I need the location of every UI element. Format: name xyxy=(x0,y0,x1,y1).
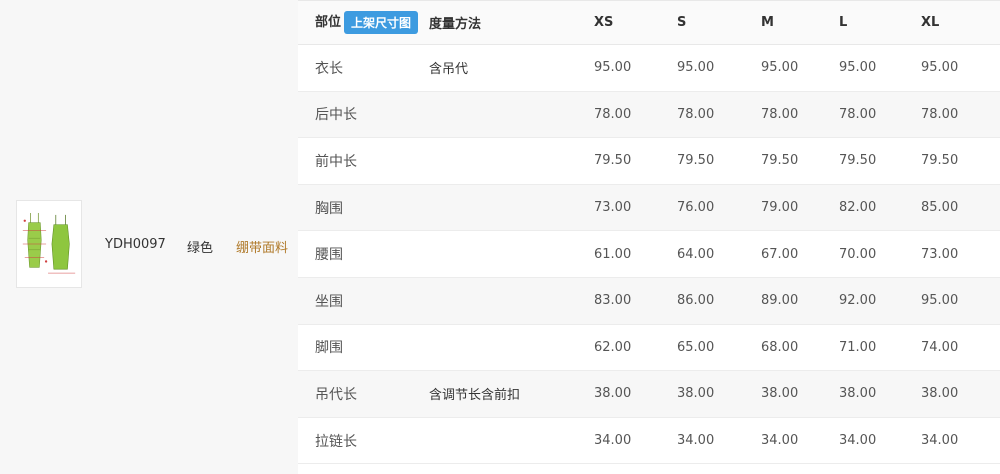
table-row: 拉链长 34.00 34.00 34.00 34.00 34.00 xyxy=(298,417,1000,464)
cell-part: 拉链长 xyxy=(315,433,357,450)
cell-size-value: 79.50 xyxy=(677,153,715,169)
cell-size-value: 79.00 xyxy=(761,200,799,216)
table-row: 腰围 61.00 64.00 67.00 70.00 73.00 xyxy=(298,231,1000,278)
cell-size-value: 38.00 xyxy=(839,386,877,402)
cell-size-value: 62.00 xyxy=(594,339,632,355)
product-color: 绿色 xyxy=(187,241,214,256)
cell-size-value: 79.50 xyxy=(921,153,959,169)
size-table-container: 部位 上架尺寸图 度量方法 XS S M L XL 衣长 含吊代 95.00 95.00… xyxy=(298,0,1000,474)
cell-part: 前中长 xyxy=(315,153,357,170)
cell-size-value: 83.00 xyxy=(594,293,632,309)
cell-size-value: 89.00 xyxy=(761,293,799,309)
header-size-l: L xyxy=(839,0,921,45)
cell-size-value: 95.00 xyxy=(839,60,877,76)
cell-size-value: 79.50 xyxy=(839,153,877,169)
cell-method xyxy=(429,184,594,231)
cell-part: 胸围 xyxy=(315,200,343,217)
table-row: 吊代长 含调节长含前扣 38.00 38.00 38.00 38.00 38.00 xyxy=(298,370,1000,418)
cell-size-value: 73.00 xyxy=(921,246,959,262)
cell-size-value: 74.00 xyxy=(921,339,959,355)
cell-size-value: 38.00 xyxy=(761,386,799,402)
product-thumbnail[interactable] xyxy=(16,200,82,288)
product-fabric: 绷带面料 xyxy=(236,241,289,256)
size-table: 部位 上架尺寸图 度量方法 XS S M L XL 衣长 含吊代 95.00 95.00… xyxy=(298,0,1000,464)
cell-size-value: 68.00 xyxy=(761,339,799,355)
cell-size-value: 85.00 xyxy=(921,200,959,216)
header-method: 度量方法 xyxy=(429,0,594,45)
cell-size-value: 79.50 xyxy=(594,153,632,169)
cell-part: 腰围 xyxy=(315,247,343,264)
header-part-label: 部位 xyxy=(315,15,342,30)
cell-size-value: 95.00 xyxy=(594,60,632,76)
cell-part: 吊代长 xyxy=(315,386,357,403)
cell-size-value: 73.00 xyxy=(594,200,632,216)
cell-size-value: 64.00 xyxy=(677,246,715,262)
cell-size-value: 95.00 xyxy=(921,293,959,309)
cell-size-value: 95.00 xyxy=(921,60,959,76)
cell-size-value: 38.00 xyxy=(677,386,715,402)
cell-size-value: 78.00 xyxy=(761,106,799,122)
cell-size-value: 34.00 xyxy=(594,433,632,449)
cell-part: 脚围 xyxy=(315,340,343,357)
cell-size-value: 65.00 xyxy=(677,339,715,355)
cell-size-value: 38.00 xyxy=(594,386,632,402)
cell-size-value: 92.00 xyxy=(839,293,877,309)
cell-size-value: 78.00 xyxy=(594,106,632,122)
cell-method xyxy=(429,231,594,278)
cell-method xyxy=(429,277,594,324)
table-row: 衣长 含吊代 95.00 95.00 95.00 95.00 95.00 xyxy=(298,45,1000,92)
cell-size-value: 67.00 xyxy=(761,246,799,262)
cell-size-value: 61.00 xyxy=(594,246,632,262)
cell-method xyxy=(429,138,594,185)
cell-size-value: 82.00 xyxy=(839,200,877,216)
cell-size-value: 34.00 xyxy=(761,433,799,449)
cell-size-value: 79.50 xyxy=(761,153,799,169)
cell-size-value: 76.00 xyxy=(677,200,715,216)
cell-method: 含调节长含前扣 xyxy=(429,388,521,404)
cell-size-value: 86.00 xyxy=(677,293,715,309)
table-row: 后中长 78.00 78.00 78.00 78.00 78.00 xyxy=(298,91,1000,138)
cell-size-value: 34.00 xyxy=(921,433,959,449)
cell-size-value: 78.00 xyxy=(677,106,715,122)
header-size-xs: XS xyxy=(594,0,677,45)
cell-size-value: 78.00 xyxy=(921,106,959,122)
size-chart-button[interactable]: 上架尺寸图 xyxy=(344,11,419,34)
table-row: 脚围 62.00 65.00 68.00 71.00 74.00 xyxy=(298,324,1000,371)
table-row: 前中长 79.50 79.50 79.50 79.50 79.50 xyxy=(298,138,1000,185)
cell-method xyxy=(429,417,594,464)
product-info-panel: YDH0097 绿色 绷带面料 xyxy=(0,0,298,474)
dress-thumbnail-icon xyxy=(22,212,76,274)
cell-size-value: 34.00 xyxy=(839,433,877,449)
cell-part: 后中长 xyxy=(315,107,357,124)
header-part: 部位 上架尺寸图 xyxy=(298,0,429,45)
table-header-row: 部位 上架尺寸图 度量方法 XS S M L XL xyxy=(298,0,1000,45)
table-row: 坐围 83.00 86.00 89.00 92.00 95.00 xyxy=(298,277,1000,325)
cell-size-value: 38.00 xyxy=(921,386,959,402)
product-code: YDH0097 xyxy=(105,237,166,252)
table-row: 胸围 73.00 76.00 79.00 82.00 85.00 xyxy=(298,184,1000,231)
cell-size-value: 78.00 xyxy=(839,106,877,122)
cell-size-value: 95.00 xyxy=(761,60,799,76)
header-size-s: S xyxy=(677,0,761,45)
cell-size-value: 34.00 xyxy=(677,433,715,449)
cell-size-value: 71.00 xyxy=(839,339,877,355)
cell-method: 含吊代 xyxy=(429,62,469,78)
cell-size-value: 70.00 xyxy=(839,246,877,262)
header-size-xl: XL xyxy=(921,0,1000,45)
header-size-m: M xyxy=(761,0,839,45)
cell-part: 坐围 xyxy=(315,293,343,310)
cell-method xyxy=(429,91,594,138)
cell-method xyxy=(429,324,594,371)
cell-size-value: 95.00 xyxy=(677,60,715,76)
cell-part: 衣长 xyxy=(315,60,343,77)
